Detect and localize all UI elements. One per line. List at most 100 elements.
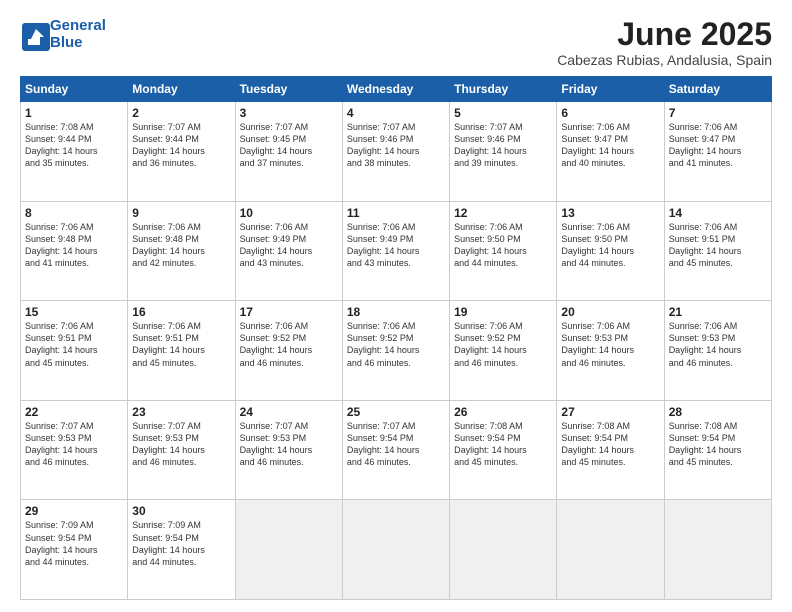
day-number: 29 (25, 504, 123, 518)
page: General Blue June 2025 Cabezas Rubias, A… (0, 0, 792, 612)
logo-icon (20, 21, 48, 49)
day-info: Sunrise: 7:06 AMSunset: 9:47 PMDaylight:… (561, 121, 659, 170)
location-title: Cabezas Rubias, Andalusia, Spain (557, 52, 772, 68)
calendar-week-5: 29 Sunrise: 7:09 AMSunset: 9:54 PMDayligh… (21, 500, 772, 600)
table-row: 12Sunrise: 7:06 AMSunset: 9:50 PMDayligh… (450, 201, 557, 301)
day-number: 14 (669, 206, 767, 220)
table-row: 18Sunrise: 7:06 AMSunset: 9:52 PMDayligh… (342, 301, 449, 401)
calendar-week-2: 8Sunrise: 7:06 AMSunset: 9:48 PMDaylight… (21, 201, 772, 301)
header-saturday: Saturday (664, 77, 771, 102)
day-number: 13 (561, 206, 659, 220)
day-info: Sunrise: 7:06 AMSunset: 9:48 PMDaylight:… (25, 221, 123, 270)
day-info: Sunrise: 7:07 AMSunset: 9:53 PMDaylight:… (240, 420, 338, 469)
table-row (450, 500, 557, 600)
table-row: 13Sunrise: 7:06 AMSunset: 9:50 PMDayligh… (557, 201, 664, 301)
day-info: Sunrise: 7:07 AMSunset: 9:46 PMDaylight:… (347, 121, 445, 170)
calendar-week-4: 22Sunrise: 7:07 AMSunset: 9:53 PMDayligh… (21, 400, 772, 500)
day-number: 26 (454, 405, 552, 419)
table-row: 1Sunrise: 7:08 AMSunset: 9:44 PMDaylight… (21, 102, 128, 202)
day-number: 30 (132, 504, 230, 518)
logo-text: General Blue (50, 18, 106, 51)
table-row: 7Sunrise: 7:06 AMSunset: 9:47 PMDaylight… (664, 102, 771, 202)
day-number: 20 (561, 305, 659, 319)
day-number: 17 (240, 305, 338, 319)
day-info: Sunrise: 7:06 AMSunset: 9:52 PMDaylight:… (454, 320, 552, 369)
table-row: 4Sunrise: 7:07 AMSunset: 9:46 PMDaylight… (342, 102, 449, 202)
day-number: 6 (561, 106, 659, 120)
table-row: 26Sunrise: 7:08 AMSunset: 9:54 PMDayligh… (450, 400, 557, 500)
header-tuesday: Tuesday (235, 77, 342, 102)
day-number: 11 (347, 206, 445, 220)
table-row: 15Sunrise: 7:06 AMSunset: 9:51 PMDayligh… (21, 301, 128, 401)
day-number: 22 (25, 405, 123, 419)
table-row: 2Sunrise: 7:07 AMSunset: 9:44 PMDaylight… (128, 102, 235, 202)
calendar-week-3: 15Sunrise: 7:06 AMSunset: 9:51 PMDayligh… (21, 301, 772, 401)
day-info: Sunrise: 7:06 AMSunset: 9:51 PMDaylight:… (669, 221, 767, 270)
day-info: Sunrise: 7:06 AMSunset: 9:52 PMDaylight:… (347, 320, 445, 369)
table-row: 10Sunrise: 7:06 AMSunset: 9:49 PMDayligh… (235, 201, 342, 301)
table-row: 16Sunrise: 7:06 AMSunset: 9:51 PMDayligh… (128, 301, 235, 401)
title-block: June 2025 Cabezas Rubias, Andalusia, Spa… (557, 18, 772, 68)
day-number: 18 (347, 305, 445, 319)
table-row: 21Sunrise: 7:06 AMSunset: 9:53 PMDayligh… (664, 301, 771, 401)
day-number: 12 (454, 206, 552, 220)
day-number: 23 (132, 405, 230, 419)
logo-blue: Blue (50, 34, 83, 51)
header: General Blue June 2025 Cabezas Rubias, A… (20, 18, 772, 68)
day-info: Sunrise: 7:06 AMSunset: 9:53 PMDaylight:… (669, 320, 767, 369)
table-row: 24Sunrise: 7:07 AMSunset: 9:53 PMDayligh… (235, 400, 342, 500)
logo: General Blue (20, 18, 106, 51)
day-info: Sunrise: 7:07 AMSunset: 9:45 PMDaylight:… (240, 121, 338, 170)
table-row: 22Sunrise: 7:07 AMSunset: 9:53 PMDayligh… (21, 400, 128, 500)
day-info: Sunrise: 7:08 AMSunset: 9:54 PMDaylight:… (454, 420, 552, 469)
day-info: Sunrise: 7:08 AMSunset: 9:54 PMDaylight:… (561, 420, 659, 469)
calendar-header-row: Sunday Monday Tuesday Wednesday Thursday… (21, 77, 772, 102)
table-row: 6Sunrise: 7:06 AMSunset: 9:47 PMDaylight… (557, 102, 664, 202)
day-number: 5 (454, 106, 552, 120)
header-wednesday: Wednesday (342, 77, 449, 102)
day-number: 19 (454, 305, 552, 319)
table-row: 8Sunrise: 7:06 AMSunset: 9:48 PMDaylight… (21, 201, 128, 301)
day-info: Sunrise: 7:08 AMSunset: 9:54 PMDaylight:… (669, 420, 767, 469)
table-row: 25Sunrise: 7:07 AMSunset: 9:54 PMDayligh… (342, 400, 449, 500)
day-info: Sunrise: 7:07 AMSunset: 9:53 PMDaylight:… (132, 420, 230, 469)
day-number: 16 (132, 305, 230, 319)
day-number: 21 (669, 305, 767, 319)
day-info: Sunrise: 7:06 AMSunset: 9:49 PMDaylight:… (240, 221, 338, 270)
header-thursday: Thursday (450, 77, 557, 102)
day-number: 9 (132, 206, 230, 220)
header-sunday: Sunday (21, 77, 128, 102)
table-row: 27Sunrise: 7:08 AMSunset: 9:54 PMDayligh… (557, 400, 664, 500)
day-number: 24 (240, 405, 338, 419)
day-number: 7 (669, 106, 767, 120)
table-row: 19Sunrise: 7:06 AMSunset: 9:52 PMDayligh… (450, 301, 557, 401)
day-info: Sunrise: 7:06 AMSunset: 9:48 PMDaylight:… (132, 221, 230, 270)
day-info: Sunrise: 7:08 AMSunset: 9:44 PMDaylight:… (25, 121, 123, 170)
month-title: June 2025 (557, 18, 772, 50)
table-row: 29Sunrise: 7:09 AMSunset: 9:54 PMDayligh… (21, 500, 128, 600)
day-number: 10 (240, 206, 338, 220)
table-row (235, 500, 342, 600)
day-number: 4 (347, 106, 445, 120)
day-number: 1 (25, 106, 123, 120)
day-number: 27 (561, 405, 659, 419)
table-row: 3Sunrise: 7:07 AMSunset: 9:45 PMDaylight… (235, 102, 342, 202)
day-number: 28 (669, 405, 767, 419)
table-row: 30Sunrise: 7:09 AMSunset: 9:54 PMDayligh… (128, 500, 235, 600)
table-row: 17Sunrise: 7:06 AMSunset: 9:52 PMDayligh… (235, 301, 342, 401)
day-number: 25 (347, 405, 445, 419)
table-row: 11Sunrise: 7:06 AMSunset: 9:49 PMDayligh… (342, 201, 449, 301)
table-row: 28Sunrise: 7:08 AMSunset: 9:54 PMDayligh… (664, 400, 771, 500)
day-number: 2 (132, 106, 230, 120)
day-number: 8 (25, 206, 123, 220)
table-row: 23Sunrise: 7:07 AMSunset: 9:53 PMDayligh… (128, 400, 235, 500)
day-info: Sunrise: 7:09 AMSunset: 9:54 PMDaylight:… (132, 519, 230, 568)
calendar-week-1: 1Sunrise: 7:08 AMSunset: 9:44 PMDaylight… (21, 102, 772, 202)
day-info: Sunrise: 7:07 AMSunset: 9:53 PMDaylight:… (25, 420, 123, 469)
table-row: 5Sunrise: 7:07 AMSunset: 9:46 PMDaylight… (450, 102, 557, 202)
day-info: Sunrise: 7:06 AMSunset: 9:47 PMDaylight:… (669, 121, 767, 170)
day-info: Sunrise: 7:07 AMSunset: 9:44 PMDaylight:… (132, 121, 230, 170)
day-number: 15 (25, 305, 123, 319)
day-info: Sunrise: 7:06 AMSunset: 9:49 PMDaylight:… (347, 221, 445, 270)
day-info: Sunrise: 7:07 AMSunset: 9:46 PMDaylight:… (454, 121, 552, 170)
